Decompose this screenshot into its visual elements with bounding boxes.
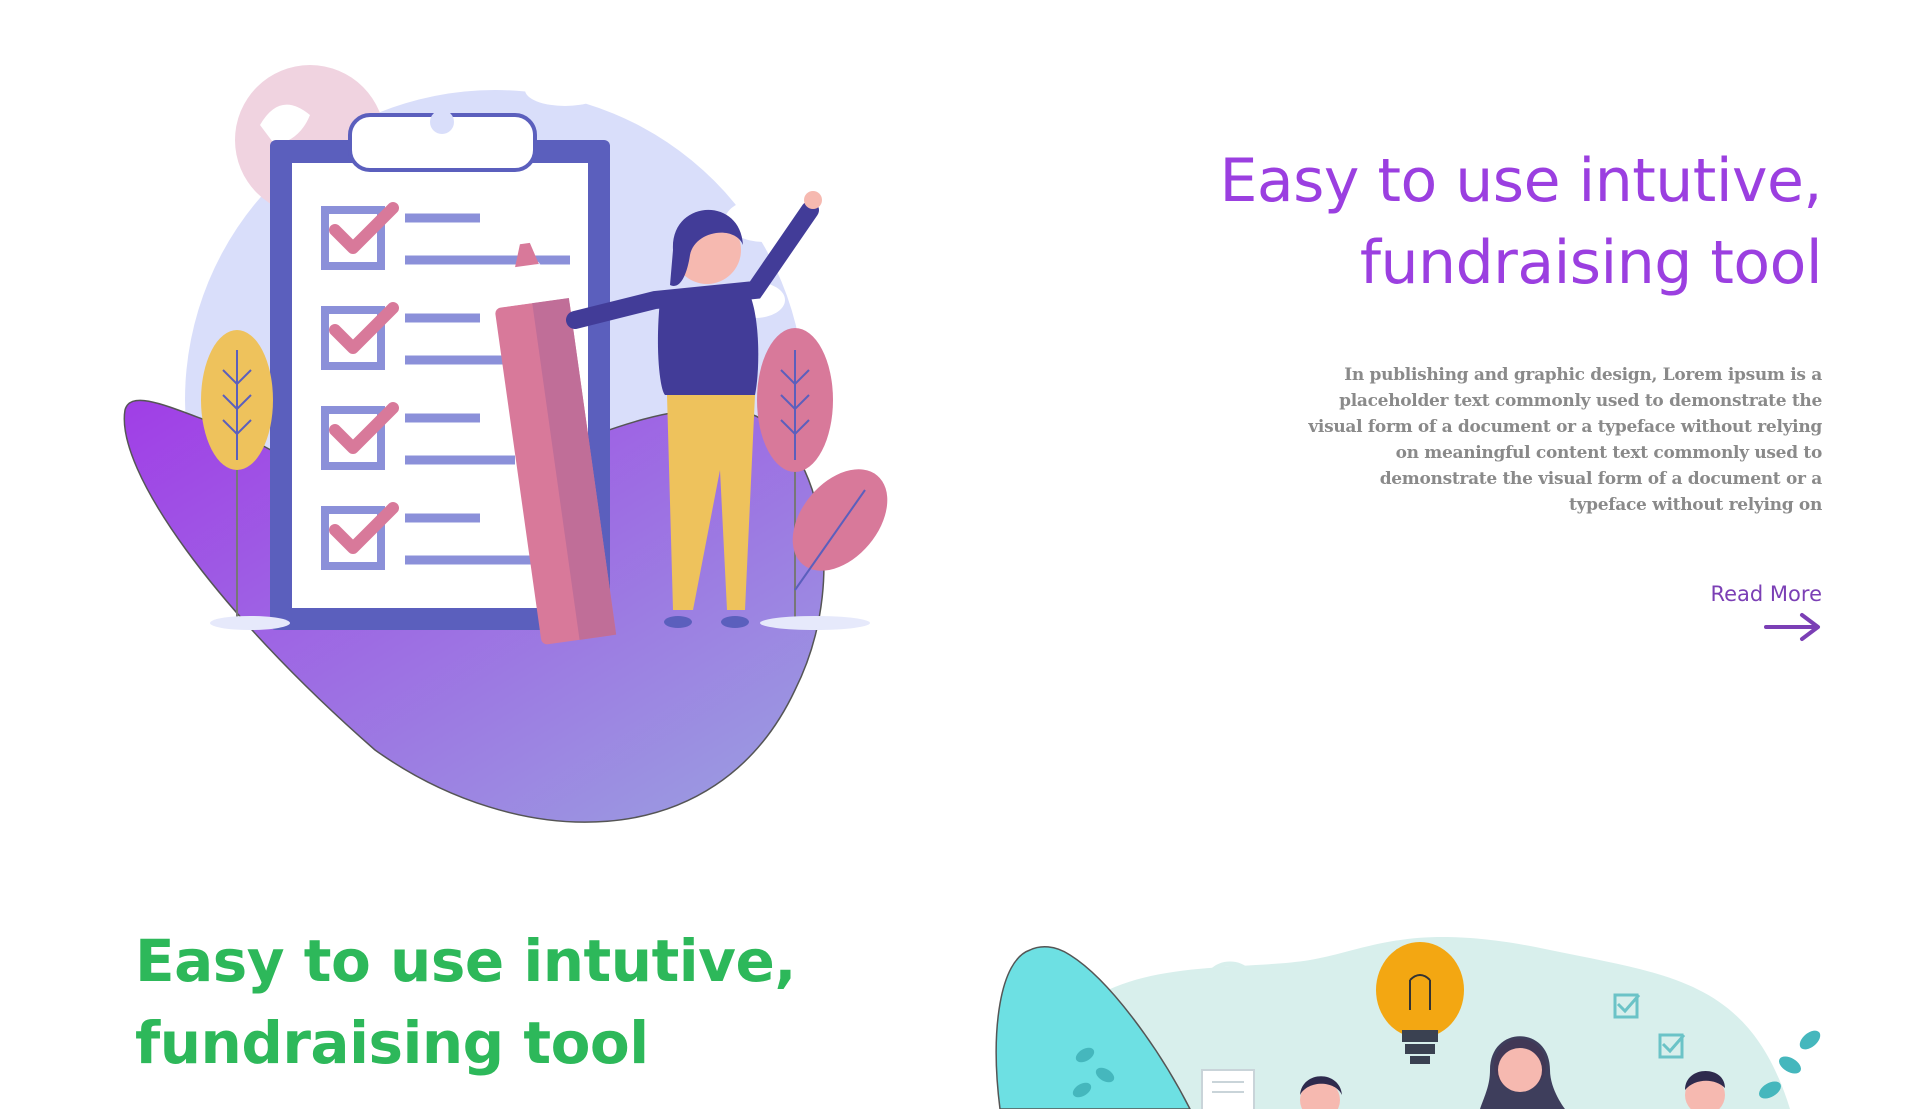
feature-heading: Easy to use intutive, fundraising tool	[1122, 140, 1822, 304]
feature-heading-line2: fundraising tool	[1359, 228, 1823, 298]
feature-heading-2: Easy to use intutive, fundraising tool	[135, 920, 895, 1084]
team-idea-illustration	[995, 937, 1821, 1109]
feature-heading-line1: Easy to use intutive,	[1219, 146, 1822, 216]
read-more-link[interactable]: Read More	[1710, 582, 1822, 606]
feature-heading-2-line1: Easy to use intutive,	[135, 927, 796, 995]
arrow-right-icon[interactable]	[1764, 612, 1822, 642]
feature-heading-2-line2: fundraising tool	[135, 1009, 649, 1077]
feature-text-block-2: Easy to use intutive, fundraising tool	[135, 920, 895, 1084]
checklist-illustration	[123, 65, 888, 823]
read-more-arrow-wrapper	[1122, 612, 1822, 647]
feature-description: In publishing and graphic design, Lorem …	[1308, 365, 1822, 515]
feature-text-block: Easy to use intutive, fundraising tool I…	[1122, 140, 1823, 647]
page: Easy to use intutive, fundraising tool I…	[0, 0, 1920, 1109]
